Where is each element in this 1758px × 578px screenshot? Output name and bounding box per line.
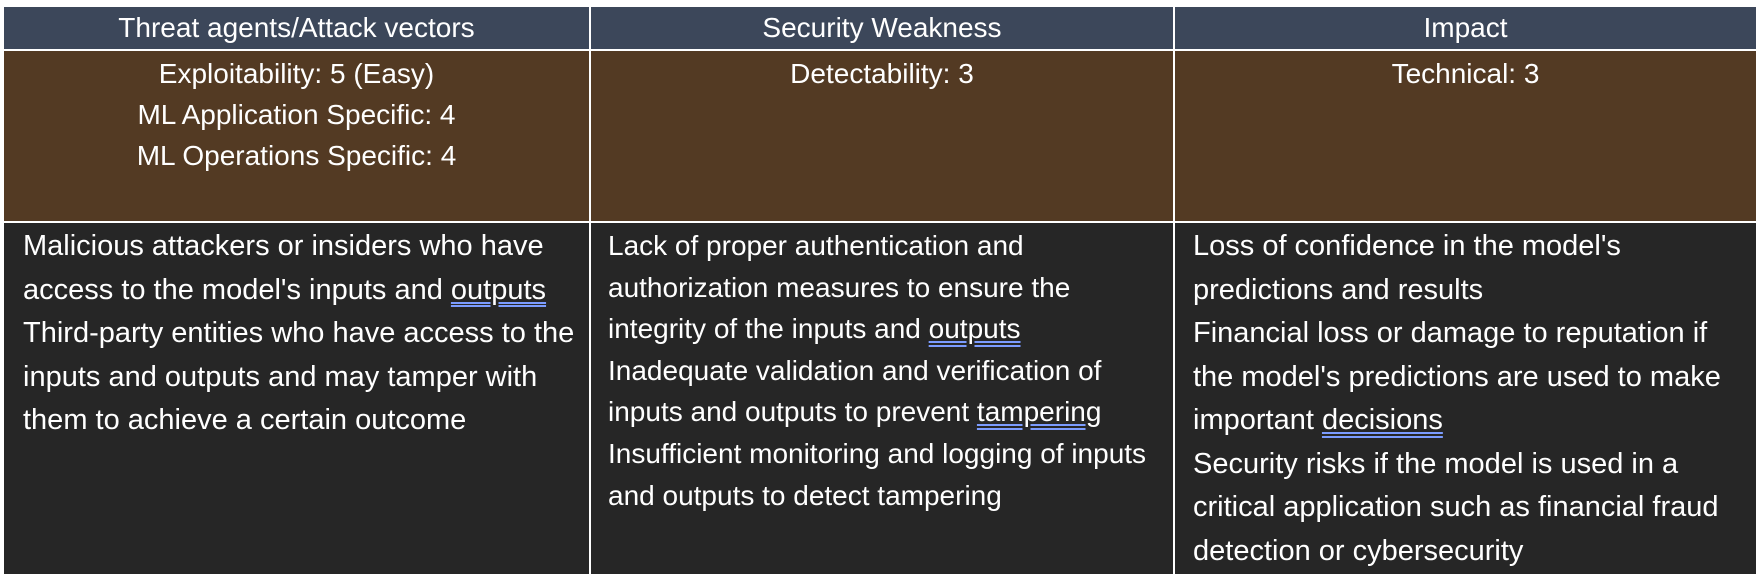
impact-paragraph-1: Loss of confidence in the model's predic… [1193, 230, 1621, 306]
header-security-weakness: Security Weakness [589, 5, 1175, 51]
impact-paragraph-2-text: Financial loss or damage to reputation i… [1193, 317, 1721, 436]
score-cell-impact: Technical: 3 [1173, 49, 1758, 223]
technical-score: Technical: 3 [1391, 58, 1540, 89]
score-row: Exploitability: 5 (Easy) ML Application … [2, 49, 1758, 223]
ml-operations-score: ML Operations Specific: 4 [136, 140, 457, 171]
exploitability-score: Exploitability: 5 (Easy) [158, 58, 435, 89]
score-cell-threat: Exploitability: 5 (Easy) ML Application … [2, 49, 591, 223]
spellcheck-word-decisions: decisions [1321, 404, 1443, 436]
spellcheck-word-outputs: outputs [928, 313, 1021, 345]
header-threat-agents: Threat agents/Attack vectors [2, 5, 591, 51]
description-cell-impact: Loss of confidence in the model's predic… [1173, 221, 1758, 576]
header-impact: Impact [1173, 5, 1758, 51]
description-row: Malicious attackers or insiders who have… [2, 221, 1758, 576]
header-row: Threat agents/Attack vectors Security We… [2, 5, 1758, 51]
ml-application-score: ML Application Specific: 4 [137, 99, 456, 130]
weakness-paragraph-1: Lack of proper authentication and author… [608, 225, 1165, 350]
description-cell-threat: Malicious attackers or insiders who have… [2, 221, 591, 576]
risk-table-frame: Threat agents/Attack vectors Security We… [0, 0, 1758, 578]
risk-assessment-table: Threat agents/Attack vectors Security We… [2, 5, 1758, 576]
detectability-score: Detectability: 3 [790, 58, 974, 89]
score-cell-weakness: Detectability: 3 [589, 49, 1175, 223]
weakness-paragraph-3: Insufficient monitoring and logging of i… [608, 437, 1147, 511]
description-cell-weakness: Lack of proper authentication and author… [589, 221, 1175, 576]
threat-paragraph-2: Third-party entities who have access to … [23, 317, 575, 436]
spellcheck-word-tampering: tampering [976, 396, 1102, 428]
impact-paragraph-3: Security risks if the model is used in a… [1193, 447, 1719, 567]
impact-paragraph-2: Financial loss or damage to reputation i… [1193, 312, 1748, 443]
threat-paragraph-1: Malicious attackers or insiders who have… [23, 225, 577, 312]
weakness-paragraph-2: Inadequate validation and verification o… [608, 350, 1165, 433]
spellcheck-word-outputs: outputs [450, 273, 547, 306]
